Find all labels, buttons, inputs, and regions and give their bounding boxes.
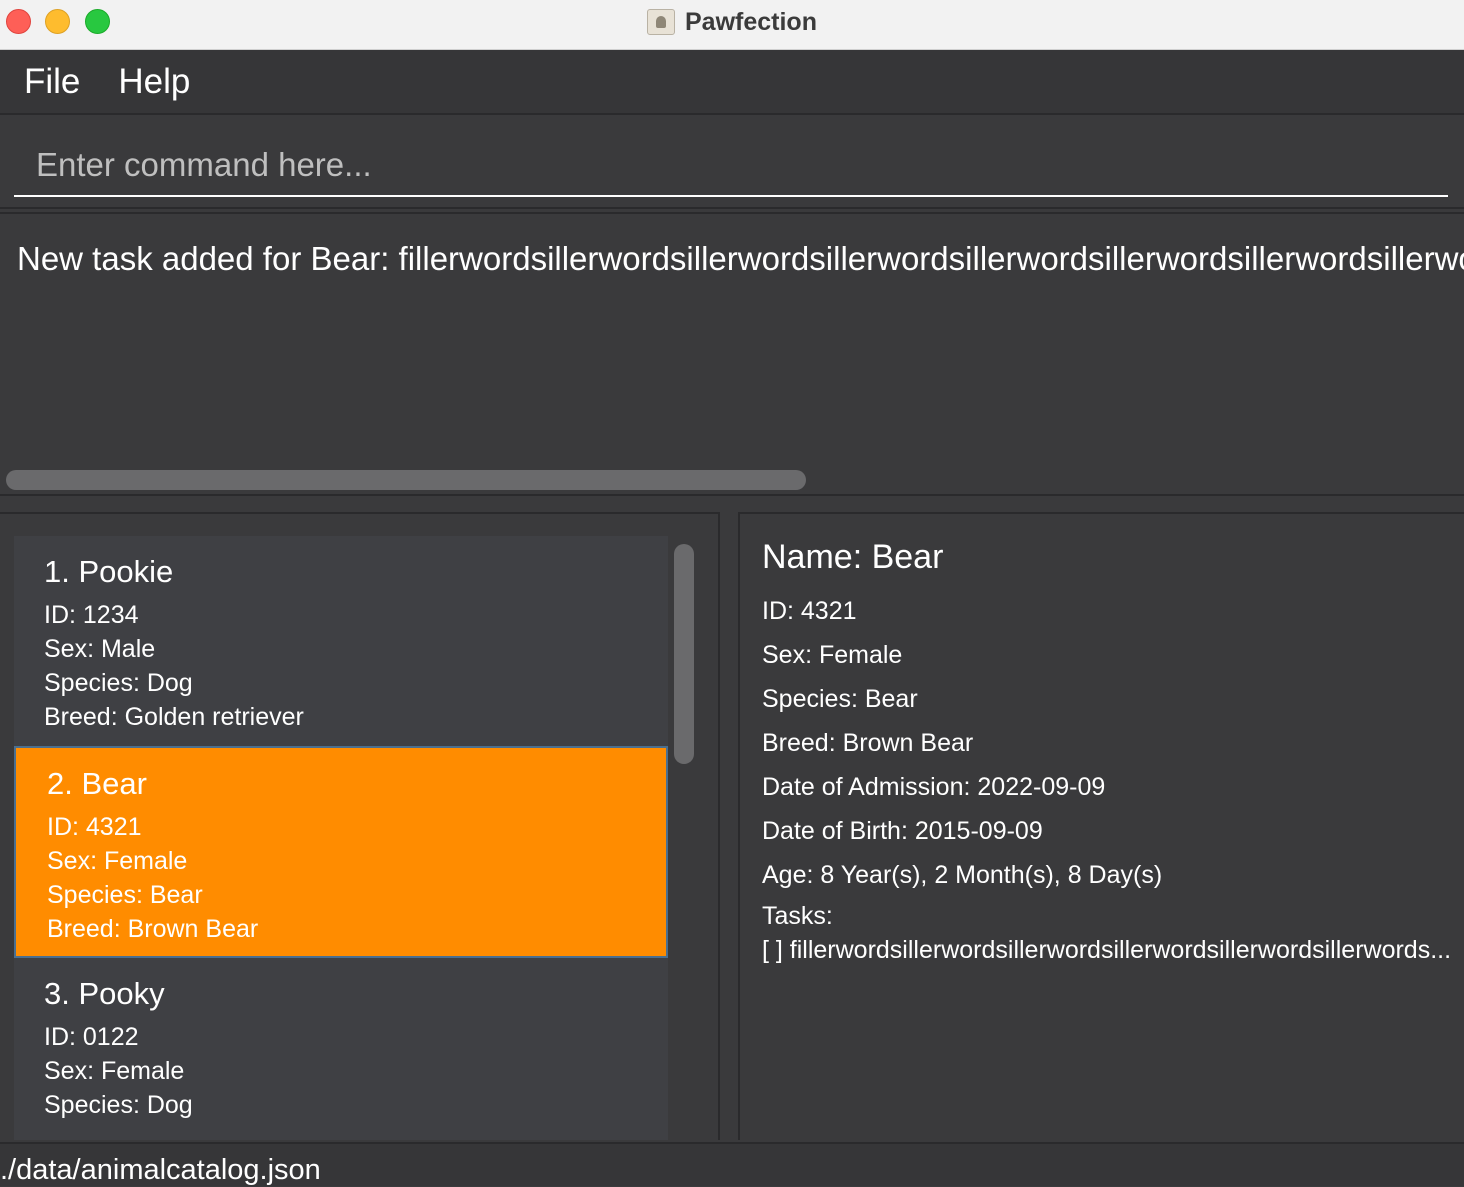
detail-birth-date: Date of Birth: 2015-09-09 xyxy=(762,817,1043,845)
animal-card-name: 3. Pooky xyxy=(44,976,165,1011)
result-display: New task added for Bear: fillerwordsille… xyxy=(0,212,1464,496)
detail-age: Age: 8 Year(s), 2 Month(s), 8 Day(s) xyxy=(762,861,1163,889)
status-bar: ./data/animalcatalog.json xyxy=(0,1142,1464,1186)
animal-card-species: Species: Bear xyxy=(47,881,203,909)
animal-card-3[interactable]: 3. Pooky ID: 0122 Sex: Female Species: D… xyxy=(14,958,668,1140)
animal-card-name: 1. Pookie xyxy=(44,554,174,589)
animal-card-sex: Sex: Female xyxy=(47,847,188,875)
animal-card-name: 2. Bear xyxy=(47,766,147,801)
result-message: New task added for Bear: fillerwordsille… xyxy=(17,240,1464,277)
animal-list-scrollbar[interactable] xyxy=(674,544,694,764)
animal-list-panel: 1. Pookie ID: 1234 Sex: Male Species: Do… xyxy=(0,512,720,1140)
animal-card-id: ID: 0122 xyxy=(44,1023,139,1051)
command-box xyxy=(0,117,1464,209)
title-bar: Pawfection xyxy=(0,0,1464,50)
animal-card-breed: Breed: Golden retriever xyxy=(44,703,304,731)
app-icon xyxy=(647,9,675,35)
window-title: Pawfection xyxy=(685,7,817,36)
animal-card-sex: Sex: Male xyxy=(44,635,156,663)
animal-card-breed: Breed: Brown Bear xyxy=(47,915,259,943)
detail-species: Species: Bear xyxy=(762,685,918,713)
menu-file[interactable]: File xyxy=(24,62,80,102)
status-file-path: ./data/animalcatalog.json xyxy=(0,1154,321,1186)
detail-name: Name: Bear xyxy=(762,538,944,576)
detail-id: ID: 4321 xyxy=(762,597,857,625)
menu-help[interactable]: Help xyxy=(118,62,190,102)
animal-card-2-selected[interactable]: 2. Bear ID: 4321 Sex: Female Species: Be… xyxy=(14,746,668,958)
animal-card-species: Species: Dog xyxy=(44,669,193,697)
window-title-group: Pawfection xyxy=(0,0,1464,44)
animal-detail-panel: Name: Bear ID: 4321 Sex: Female Species:… xyxy=(738,512,1464,1140)
animal-card-sex: Sex: Female xyxy=(44,1057,185,1085)
animal-card-species: Species: Dog xyxy=(44,1091,193,1119)
menu-bar: File Help xyxy=(0,50,1464,115)
detail-sex: Sex: Female xyxy=(762,641,903,669)
result-horizontal-scrollbar[interactable] xyxy=(6,470,806,490)
animal-card-id: ID: 1234 xyxy=(44,601,139,629)
animal-card-1[interactable]: 1. Pookie ID: 1234 Sex: Male Species: Do… xyxy=(14,536,668,748)
command-input[interactable] xyxy=(14,135,1448,197)
detail-tasks-label: Tasks: xyxy=(762,902,833,930)
detail-admission-date: Date of Admission: 2022-09-09 xyxy=(762,773,1106,801)
detail-task-item: [ ] fillerwordsillerwordsillerwordsiller… xyxy=(762,936,1452,964)
animal-card-id: ID: 4321 xyxy=(47,813,142,841)
detail-breed: Breed: Brown Bear xyxy=(762,729,974,757)
